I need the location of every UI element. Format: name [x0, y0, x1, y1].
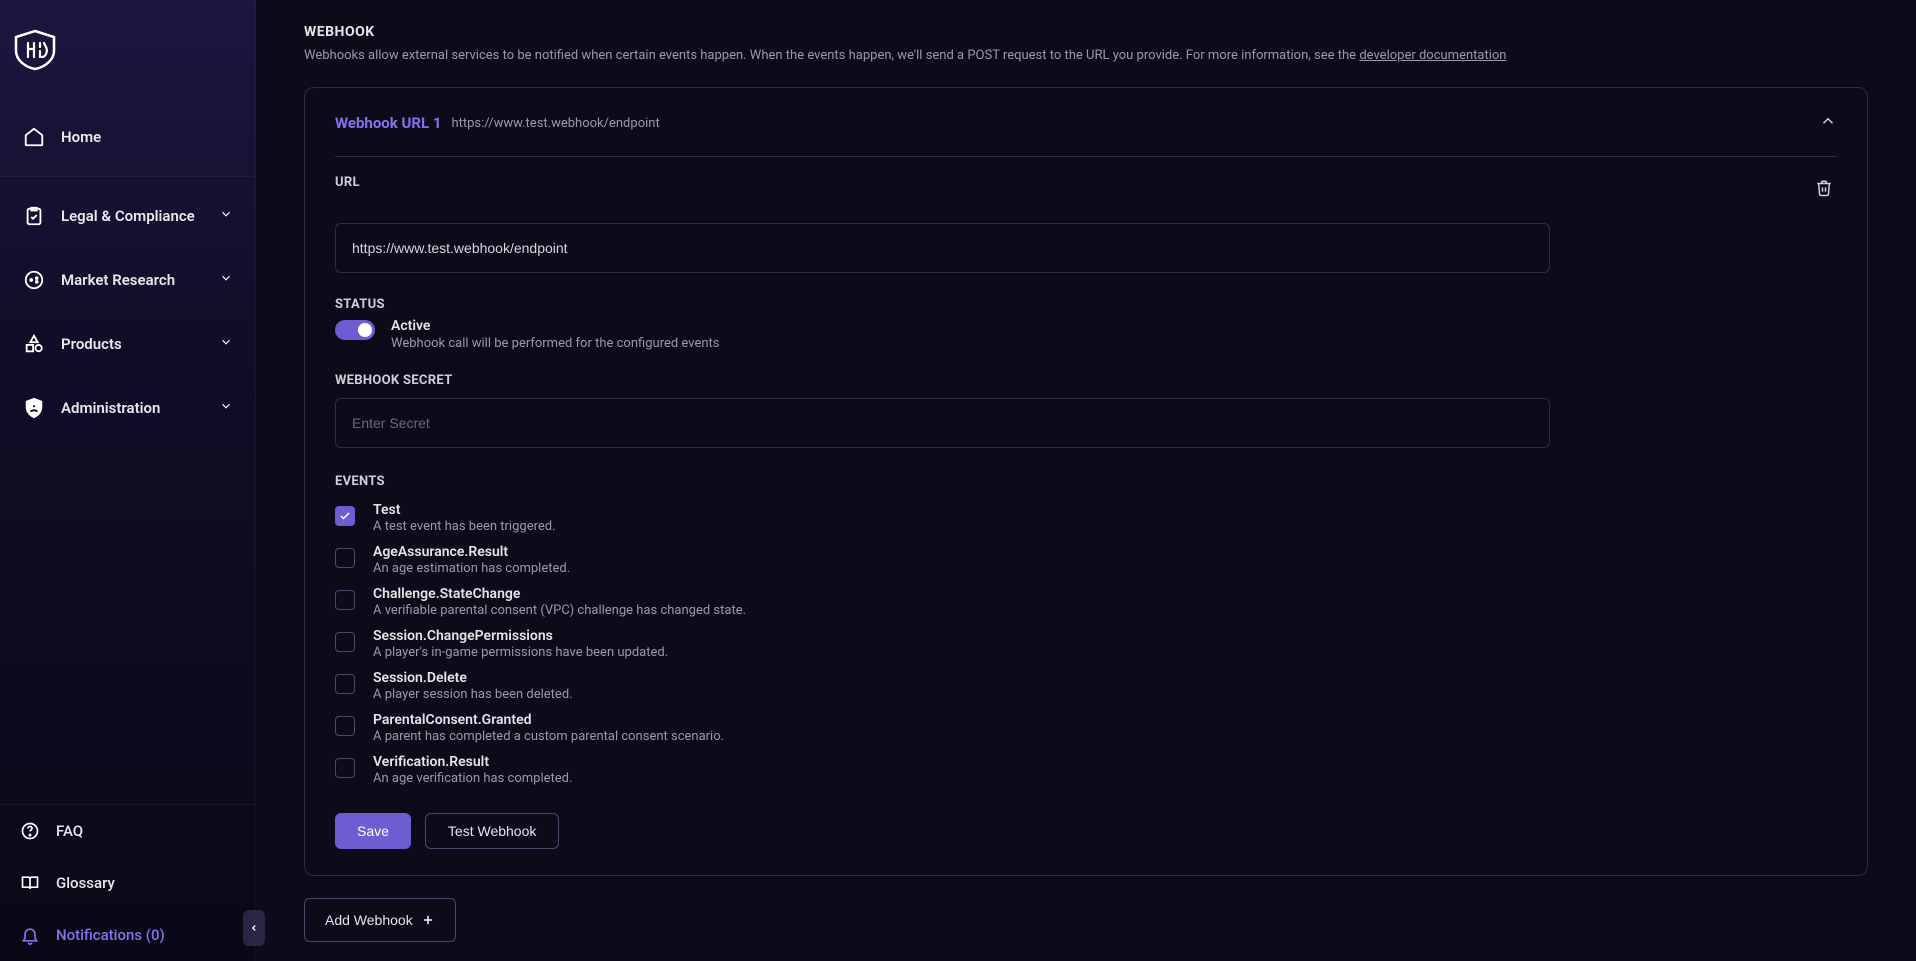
url-label-row: URL	[335, 175, 1837, 205]
shapes-icon	[22, 332, 46, 356]
event-item: Challenge.StateChange A verifiable paren…	[335, 581, 1837, 623]
sidebar-item-label: Legal & Compliance	[61, 207, 195, 225]
add-webhook-button[interactable]: Add Webhook	[304, 898, 456, 942]
event-item: Test A test event has been triggered.	[335, 497, 1837, 539]
chevron-down-icon	[219, 271, 233, 289]
secret-label: WEBHOOK SECRET	[335, 373, 1837, 388]
sidebar-item-label: Market Research	[61, 271, 175, 289]
event-name: Verification.Result	[373, 754, 572, 770]
sidebar-item-label: Home	[61, 128, 101, 146]
status-name: Active	[391, 318, 720, 334]
plus-icon	[421, 913, 435, 927]
chevron-down-icon	[219, 399, 233, 417]
status-toggle[interactable]	[335, 320, 375, 340]
event-description: A player's in-game permissions have been…	[373, 645, 668, 660]
sidebar-item-faq[interactable]: FAQ	[0, 805, 255, 857]
url-input[interactable]	[335, 223, 1550, 273]
sidebar-item-label: FAQ	[56, 822, 83, 840]
chevron-left-icon	[249, 923, 259, 933]
event-description: A player session has been deleted.	[373, 687, 573, 702]
logo-icon	[10, 29, 60, 71]
event-item: ParentalConsent.Granted A parent has com…	[335, 707, 1837, 749]
trash-icon	[1815, 179, 1833, 197]
sidebar-item-notifications[interactable]: Notifications (0)	[0, 909, 255, 961]
event-item: Verification.Result An age verification …	[335, 749, 1837, 791]
event-item: AgeAssurance.Result An age estimation ha…	[335, 539, 1837, 581]
clipboard-check-icon	[22, 204, 46, 228]
url-label: URL	[335, 175, 360, 190]
event-checkbox[interactable]	[335, 590, 355, 610]
test-webhook-button[interactable]: Test Webhook	[425, 813, 559, 849]
event-description: An age verification has completed.	[373, 771, 572, 786]
developer-doc-link[interactable]: developer documentation	[1359, 48, 1506, 63]
collapse-card-button[interactable]	[1819, 112, 1837, 134]
sidebar-item-legal[interactable]: Legal & Compliance	[4, 185, 251, 247]
event-description: An age estimation has completed.	[373, 561, 570, 576]
event-name: Challenge.StateChange	[373, 586, 746, 602]
add-webhook-label: Add Webhook	[325, 912, 413, 928]
status-label: STATUS	[335, 297, 1837, 312]
event-item: Session.Delete A player session has been…	[335, 665, 1837, 707]
sidebar: Home Legal & Compliance Market Research	[0, 0, 256, 961]
event-description: A parent has completed a custom parental…	[373, 729, 724, 744]
chevron-down-icon	[219, 335, 233, 353]
event-name: AgeAssurance.Result	[373, 544, 570, 560]
event-name: ParentalConsent.Granted	[373, 712, 724, 728]
sidebar-item-label: Administration	[61, 399, 160, 417]
book-open-icon	[18, 871, 42, 895]
event-item: Session.ChangePermissions A player's in-…	[335, 623, 1837, 665]
events-label: EVENTS	[335, 474, 1837, 489]
home-icon	[22, 125, 46, 149]
event-checkbox[interactable]	[335, 716, 355, 736]
sidebar-item-glossary[interactable]: Glossary	[0, 857, 255, 909]
event-name: Session.ChangePermissions	[373, 628, 668, 644]
sidebar-collapse-toggle[interactable]	[243, 910, 265, 946]
card-title: Webhook URL 1	[335, 114, 441, 132]
section-title: WEBHOOK	[304, 24, 1868, 40]
main-content: WEBHOOK Webhooks allow external services…	[256, 0, 1916, 961]
card-button-row: Save Test Webhook	[335, 813, 1837, 849]
sidebar-item-label: Notifications (0)	[56, 926, 165, 944]
chevron-down-icon	[219, 207, 233, 225]
status-description: Webhook call will be performed for the c…	[391, 336, 720, 351]
event-checkbox[interactable]	[335, 674, 355, 694]
sidebar-item-home[interactable]: Home	[4, 106, 251, 168]
sidebar-item-products[interactable]: Products	[4, 313, 251, 375]
status-row: Active Webhook call will be performed fo…	[335, 318, 1837, 351]
sidebar-bottom: FAQ Glossary Notifications (0)	[0, 804, 255, 961]
shield-user-icon	[22, 396, 46, 420]
nav-divider	[0, 176, 255, 177]
card-url-preview: https://www.test.webhook/endpoint	[451, 116, 659, 131]
delete-webhook-button[interactable]	[1811, 175, 1837, 205]
sidebar-item-market-research[interactable]: Market Research	[4, 249, 251, 311]
event-checkbox[interactable]	[335, 632, 355, 652]
secret-input[interactable]	[335, 398, 1550, 448]
event-name: Session.Delete	[373, 670, 573, 686]
sidebar-item-administration[interactable]: Administration	[4, 377, 251, 439]
section-description: Webhooks allow external services to be n…	[304, 48, 1868, 63]
toggle-knob	[358, 323, 372, 337]
sidebar-item-label: Products	[61, 335, 122, 353]
bell-icon	[18, 923, 42, 947]
event-description: A test event has been triggered.	[373, 519, 556, 534]
event-checkbox[interactable]	[335, 506, 355, 526]
event-checkbox[interactable]	[335, 548, 355, 568]
card-header: Webhook URL 1 https://www.test.webhook/e…	[335, 112, 1837, 157]
event-name: Test	[373, 502, 556, 518]
chevron-up-icon	[1819, 112, 1837, 130]
gamepad-icon	[22, 268, 46, 292]
sidebar-item-label: Glossary	[56, 874, 115, 892]
event-description: A verifiable parental consent (VPC) chal…	[373, 603, 746, 618]
save-button[interactable]: Save	[335, 813, 411, 849]
webhook-card: Webhook URL 1 https://www.test.webhook/e…	[304, 87, 1868, 876]
event-checkbox[interactable]	[335, 758, 355, 778]
check-icon	[339, 510, 351, 522]
help-circle-icon	[18, 819, 42, 843]
events-list: Test A test event has been triggered. Ag…	[335, 497, 1837, 791]
logo-area	[0, 0, 255, 100]
